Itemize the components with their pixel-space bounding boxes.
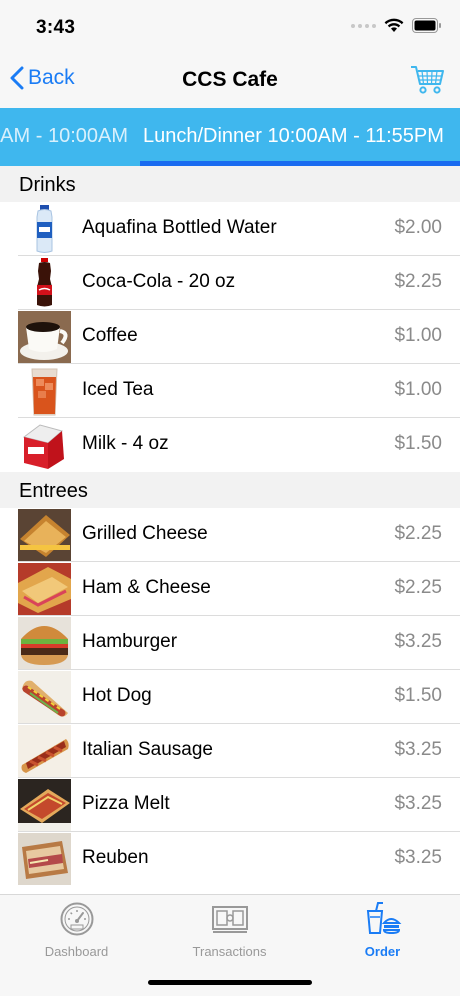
menu-list: Drinks Aquafina Bottled Water $2.00 Coca… — [0, 166, 460, 894]
cart-button[interactable] — [410, 64, 446, 101]
item-name: Aquafina Bottled Water — [82, 217, 277, 238]
item-price: $2.25 — [394, 271, 442, 292]
list-item[interactable]: Iced Tea $1.00 — [0, 364, 460, 418]
item-price: $1.00 — [394, 379, 442, 400]
cellular-signal-icon — [351, 23, 376, 28]
item-name: Reuben — [82, 847, 149, 868]
item-price: $3.25 — [394, 793, 442, 814]
tab-label-transactions: Transactions — [192, 944, 267, 959]
section-header-drinks: Drinks — [0, 166, 460, 202]
water-bottle-photo-icon — [18, 203, 71, 255]
item-name: Coffee — [82, 325, 138, 346]
tab-label-order: Order — [364, 944, 401, 959]
list-item[interactable]: Hamburger $3.25 — [0, 616, 460, 670]
item-name: Italian Sausage — [82, 739, 213, 760]
iced-tea-photo-icon — [18, 365, 71, 417]
list-item[interactable]: Reuben $3.25 — [0, 832, 460, 886]
list-item[interactable]: Coca-Cola - 20 oz $2.25 — [0, 256, 460, 310]
tab-transactions[interactable]: Transactions — [153, 901, 306, 959]
list-item[interactable]: Hot Dog $1.50 — [0, 670, 460, 724]
item-name: Pizza Melt — [82, 793, 170, 814]
italian-sausage-photo-icon — [18, 725, 71, 777]
back-label: Back — [28, 66, 75, 89]
entrees-section: Grilled Cheese $2.25 Ham & Cheese $2.25 — [0, 508, 460, 886]
hamburger-photo-icon — [18, 617, 71, 669]
pizza-melt-photo-icon — [18, 779, 71, 831]
item-price: $1.50 — [394, 685, 442, 706]
speedometer-icon — [60, 902, 93, 936]
item-price: $3.25 — [394, 631, 442, 652]
wifi-icon — [384, 18, 404, 32]
item-price: $3.25 — [394, 739, 442, 760]
drinks-section: Aquafina Bottled Water $2.00 Coca-Cola -… — [0, 202, 460, 472]
battery-icon — [412, 18, 441, 33]
item-price: $2.25 — [394, 577, 442, 598]
item-price: $2.25 — [394, 523, 442, 544]
item-name: Coca-Cola - 20 oz — [82, 271, 236, 292]
tab-order[interactable]: Order — [306, 901, 459, 959]
status-icons — [351, 18, 442, 33]
list-item[interactable]: Pizza Melt $3.25 — [0, 778, 460, 832]
home-indicator — [148, 980, 312, 985]
hot-dog-photo-icon — [18, 671, 71, 723]
milk-carton-photo-icon — [18, 419, 71, 471]
food-drink-icon — [366, 902, 401, 935]
shopping-cart-icon — [411, 66, 444, 94]
back-button[interactable]: Back — [10, 66, 75, 90]
ham-cheese-photo-icon — [18, 563, 71, 615]
grilled-cheese-photo-icon — [18, 509, 71, 561]
item-name: Grilled Cheese — [82, 523, 208, 544]
chevron-left-icon — [10, 66, 24, 90]
reuben-photo-icon — [18, 833, 71, 885]
item-price: $1.00 — [394, 325, 442, 346]
list-item[interactable]: Aquafina Bottled Water $2.00 — [0, 202, 460, 256]
item-price: $1.50 — [394, 433, 442, 454]
navigation-bar: Back CCS Cafe — [0, 54, 460, 108]
status-bar: 3:43 — [0, 0, 460, 54]
cash-register-icon — [211, 906, 248, 933]
list-item[interactable]: Milk - 4 oz $1.50 — [0, 418, 460, 472]
item-name: Hot Dog — [82, 685, 152, 706]
item-name: Ham & Cheese — [82, 577, 211, 598]
tab-dashboard[interactable]: Dashboard — [0, 901, 153, 959]
item-price: $2.00 — [394, 217, 442, 238]
meal-period-tabs: Breakfast 6:00AM - 10:00AM Lunch/Dinner … — [0, 108, 460, 166]
tab-label-dashboard: Dashboard — [44, 944, 109, 959]
section-header-entrees: Entrees — [0, 472, 460, 508]
tab-lunch-dinner[interactable]: Lunch/Dinner 10:00AM - 11:55PM — [143, 125, 444, 148]
item-name: Iced Tea — [82, 379, 154, 400]
list-item[interactable]: Ham & Cheese $2.25 — [0, 562, 460, 616]
list-item[interactable]: Coffee $1.00 — [0, 310, 460, 364]
list-item[interactable]: Italian Sausage $3.25 — [0, 724, 460, 778]
cola-bottle-photo-icon — [18, 257, 71, 309]
item-price: $3.25 — [394, 847, 442, 868]
item-name: Hamburger — [82, 631, 178, 652]
item-name: Milk - 4 oz — [82, 433, 169, 454]
list-item[interactable]: Grilled Cheese $2.25 — [0, 508, 460, 562]
tab-breakfast[interactable]: Breakfast 6:00AM - 10:00AM — [0, 125, 128, 148]
status-time: 3:43 — [36, 17, 76, 38]
coffee-cup-photo-icon — [18, 311, 71, 363]
